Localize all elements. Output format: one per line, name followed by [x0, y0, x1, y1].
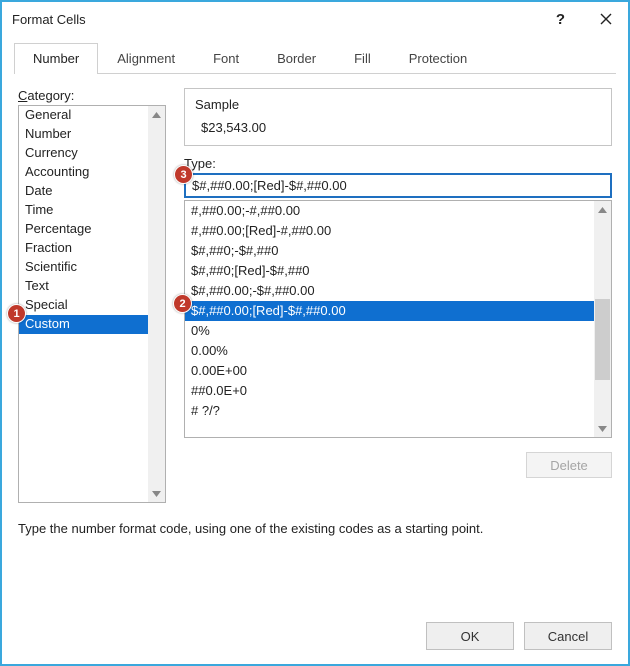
- type-label: Type:: [184, 156, 612, 171]
- tab-number[interactable]: Number: [14, 43, 98, 74]
- tab-protection[interactable]: Protection: [390, 43, 487, 74]
- tab-border[interactable]: Border: [258, 43, 335, 74]
- list-item[interactable]: $#,##0.00;-$#,##0.00: [185, 281, 594, 301]
- list-item[interactable]: ##0.0E+0: [185, 381, 594, 401]
- ok-button[interactable]: OK: [426, 622, 514, 650]
- list-item[interactable]: Fraction: [19, 239, 148, 258]
- tab-body: Category: 1 General Number Currency Acco…: [2, 74, 628, 608]
- list-item[interactable]: General: [19, 106, 148, 125]
- list-item[interactable]: $#,##0;[Red]-$#,##0: [185, 261, 594, 281]
- scroll-track[interactable]: [594, 218, 611, 420]
- scroll-thumb[interactable]: [595, 299, 610, 380]
- list-item[interactable]: # ?/?: [185, 401, 594, 421]
- list-item[interactable]: Currency: [19, 144, 148, 163]
- category-listbox[interactable]: 1 General Number Currency Accounting Dat…: [18, 105, 166, 503]
- dialog-footer: OK Cancel: [2, 608, 628, 664]
- list-item[interactable]: $#,##0.00;[Red]-$#,##0.00: [185, 301, 594, 321]
- detail-column: Sample $23,543.00 Type: 3 $#,##0.00;[Red…: [184, 88, 612, 503]
- list-item[interactable]: 0.00E+00: [185, 361, 594, 381]
- window-title: Format Cells: [12, 12, 538, 27]
- sample-value: $23,543.00: [195, 120, 601, 135]
- annotation-1: 1: [7, 304, 26, 323]
- list-item[interactable]: Scientific: [19, 258, 148, 277]
- list-item[interactable]: #,##0.00;[Red]-#,##0.00: [185, 221, 594, 241]
- titlebar: Format Cells ?: [2, 2, 628, 36]
- category-column: Category: 1 General Number Currency Acco…: [18, 88, 166, 503]
- type-scrollbar[interactable]: [594, 201, 611, 437]
- sample-label: Sample: [195, 97, 601, 112]
- close-button[interactable]: [583, 2, 628, 36]
- tab-alignment[interactable]: Alignment: [98, 43, 194, 74]
- category-label: Category:: [18, 88, 166, 103]
- scroll-down-icon[interactable]: [594, 420, 611, 437]
- list-item[interactable]: 0.00%: [185, 341, 594, 361]
- delete-button: Delete: [526, 452, 612, 478]
- annotation-3: 3: [174, 165, 193, 184]
- list-item[interactable]: 0%: [185, 321, 594, 341]
- list-item[interactable]: Time: [19, 201, 148, 220]
- cancel-button[interactable]: Cancel: [524, 622, 612, 650]
- type-input[interactable]: 3 $#,##0.00;[Red]-$#,##0.00: [184, 173, 612, 198]
- window-controls: ?: [538, 2, 628, 36]
- list-item[interactable]: Percentage: [19, 220, 148, 239]
- type-input-value: $#,##0.00;[Red]-$#,##0.00: [192, 178, 347, 193]
- scroll-track[interactable]: [148, 123, 165, 485]
- list-item[interactable]: Custom: [19, 315, 148, 334]
- tab-fill[interactable]: Fill: [335, 43, 390, 74]
- list-item[interactable]: $#,##0;-$#,##0: [185, 241, 594, 261]
- list-item[interactable]: Accounting: [19, 163, 148, 182]
- tab-strip: Number Alignment Font Border Fill Protec…: [14, 42, 616, 74]
- list-item[interactable]: Date: [19, 182, 148, 201]
- help-button[interactable]: ?: [538, 2, 583, 36]
- sample-group: Sample $23,543.00: [184, 88, 612, 146]
- list-item[interactable]: Special: [19, 296, 148, 315]
- list-item[interactable]: Number: [19, 125, 148, 144]
- hint-text: Type the number format code, using one o…: [18, 521, 612, 536]
- list-item[interactable]: #,##0.00;-#,##0.00: [185, 201, 594, 221]
- scroll-up-icon[interactable]: [594, 201, 611, 218]
- scroll-down-icon[interactable]: [148, 485, 165, 502]
- scroll-up-icon[interactable]: [148, 106, 165, 123]
- close-icon: [600, 13, 612, 25]
- format-cells-dialog: Format Cells ? Number Alignment Font Bor…: [0, 0, 630, 666]
- type-listbox[interactable]: 2 #,##0.00;-#,##0.00 #,##0.00;[Red]-#,##…: [184, 200, 612, 438]
- list-item[interactable]: Text: [19, 277, 148, 296]
- delete-row: Delete: [184, 452, 612, 478]
- category-scrollbar[interactable]: [148, 106, 165, 502]
- tab-font[interactable]: Font: [194, 43, 258, 74]
- annotation-2: 2: [173, 294, 192, 313]
